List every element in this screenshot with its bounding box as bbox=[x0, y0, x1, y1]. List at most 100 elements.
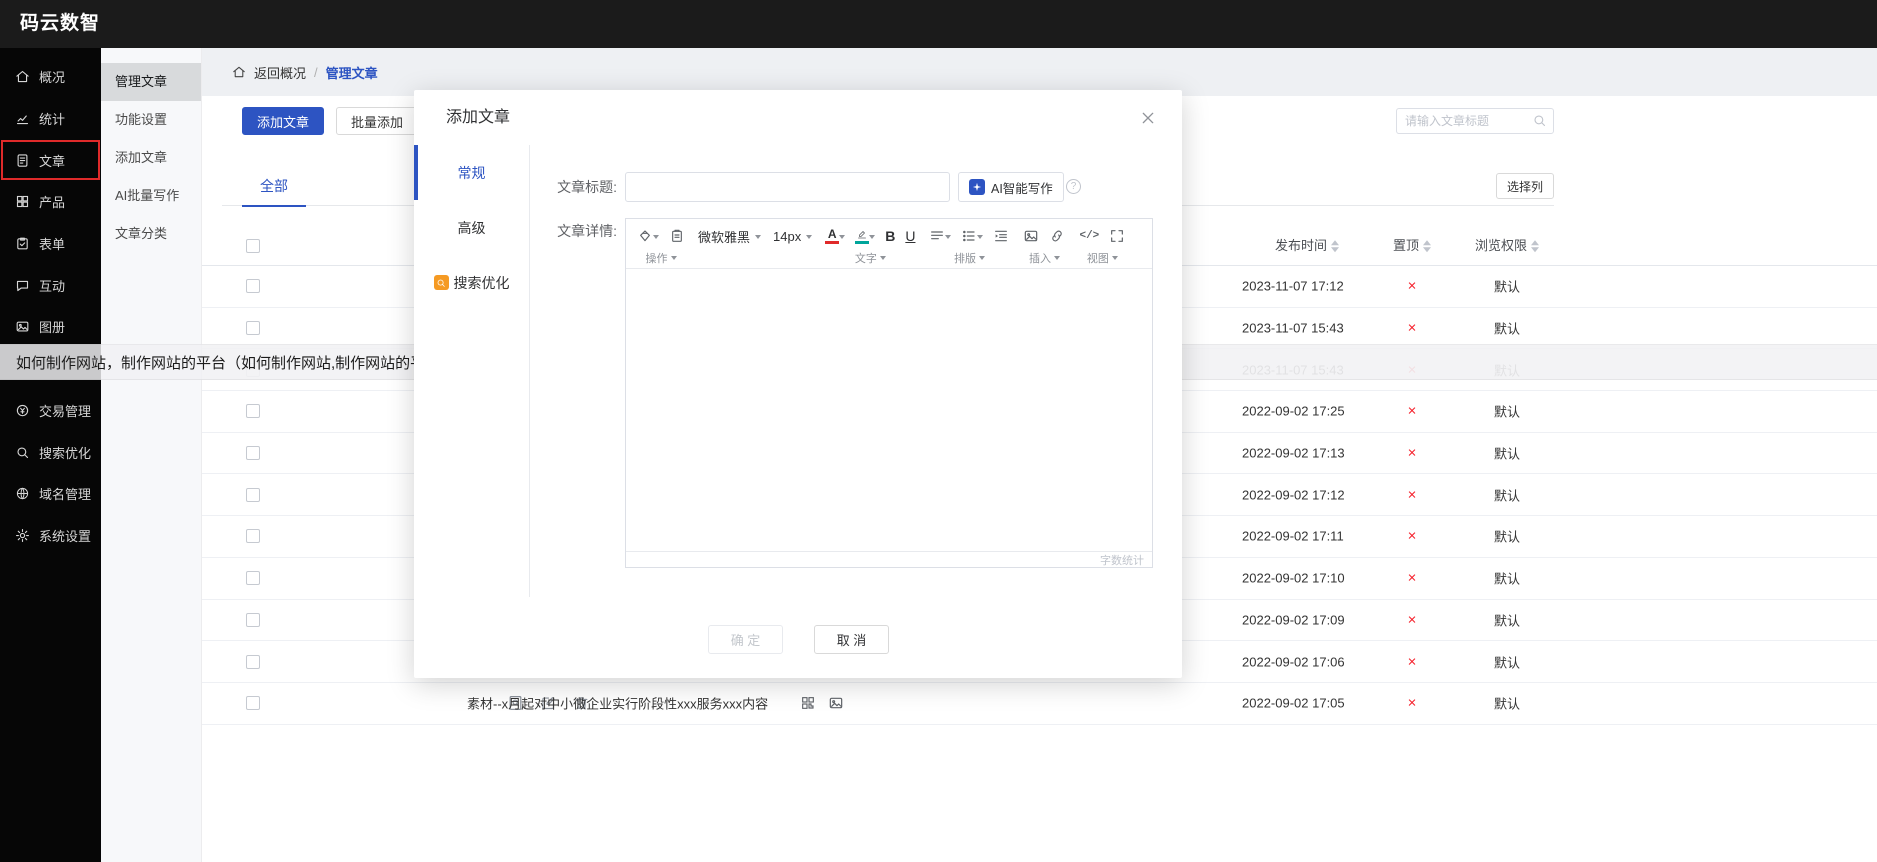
indent-icon[interactable] bbox=[993, 228, 1009, 244]
row-pinned-mark[interactable]: × bbox=[1382, 529, 1442, 544]
row-pinned-mark[interactable]: × bbox=[1382, 404, 1442, 419]
sidebar-item-label: 产品 bbox=[39, 192, 65, 211]
row-publish-time: 2022-09-02 17:09 bbox=[1242, 612, 1372, 627]
sidebar-item-icon bbox=[15, 278, 30, 293]
image-icon[interactable] bbox=[828, 695, 844, 711]
row-pinned-mark[interactable]: × bbox=[1382, 571, 1442, 586]
view-group-label[interactable]: 视图 bbox=[1087, 248, 1118, 267]
fullscreen-icon[interactable] bbox=[1109, 228, 1125, 244]
sidebar-item-image[interactable]: 图册 bbox=[0, 306, 101, 348]
sort-icon[interactable] bbox=[1423, 236, 1431, 256]
sort-icon[interactable] bbox=[1531, 236, 1539, 256]
row-checkbox[interactable] bbox=[246, 613, 260, 627]
confirm-button[interactable]: 确 定 bbox=[708, 625, 783, 654]
header-publish-time[interactable]: 发布时间 bbox=[1242, 235, 1372, 257]
top-bar: 码云数智 bbox=[0, 0, 1877, 48]
row-checkbox[interactable] bbox=[246, 279, 260, 293]
search-icon[interactable] bbox=[1532, 113, 1547, 128]
word-count-label: 字数统计 bbox=[1100, 552, 1144, 568]
modal-tab[interactable]: 高级 bbox=[414, 200, 529, 255]
row-checkbox[interactable] bbox=[246, 404, 260, 418]
row-pinned-mark[interactable]: × bbox=[1382, 654, 1442, 669]
row-checkbox[interactable] bbox=[246, 529, 260, 543]
select-all-checkbox[interactable] bbox=[246, 239, 260, 253]
highlight-color-button[interactable] bbox=[855, 228, 875, 244]
insert-group-label[interactable]: 插入 bbox=[1029, 248, 1060, 267]
font-color-button[interactable]: A bbox=[825, 229, 845, 244]
editor-group-layout: 排版 bbox=[922, 219, 1016, 268]
breadcrumb-back-link[interactable]: 返回概况 bbox=[254, 63, 306, 82]
modal-tab[interactable]: 搜索优化 bbox=[414, 255, 529, 310]
source-code-button[interactable]: </> bbox=[1079, 230, 1099, 242]
row-checkbox[interactable] bbox=[246, 321, 260, 335]
sidebar-item-seo[interactable]: 搜索优化 bbox=[0, 431, 101, 473]
align-button[interactable] bbox=[929, 228, 951, 244]
insert-image-icon[interactable] bbox=[1023, 228, 1039, 244]
modal-tab[interactable]: 常规 bbox=[414, 145, 529, 200]
sidebar-item-globe[interactable]: 域名管理 bbox=[0, 473, 101, 515]
batch-add-button[interactable]: 批量添加 bbox=[336, 107, 418, 135]
underline-button[interactable]: U bbox=[905, 228, 915, 244]
sidebar-item-grid[interactable]: 产品 bbox=[0, 181, 101, 223]
clipboard-icon[interactable] bbox=[669, 228, 685, 244]
row-checkbox[interactable] bbox=[246, 488, 260, 502]
row-checkbox[interactable] bbox=[246, 655, 260, 669]
row-pinned-mark[interactable]: × bbox=[1382, 612, 1442, 627]
operations-icon[interactable] bbox=[637, 228, 659, 244]
sidebar-item-form[interactable]: 表单 bbox=[0, 223, 101, 265]
font-family-select[interactable]: 微软雅黑 bbox=[692, 224, 767, 248]
add-article-button[interactable]: 添加文章 bbox=[242, 107, 324, 135]
sidebar-item-trade[interactable]: 交易管理 bbox=[0, 390, 101, 432]
row-publish-time: 2022-09-02 17:06 bbox=[1242, 654, 1372, 669]
close-icon[interactable] bbox=[1140, 110, 1156, 126]
row-pinned-mark[interactable]: × bbox=[1382, 279, 1442, 294]
layout-group-label[interactable]: 排版 bbox=[954, 248, 985, 267]
editor-toolbar: 操作 微软雅黑 14px A B U 文字 bbox=[626, 219, 1152, 269]
modal-title: 添加文章 bbox=[446, 90, 510, 145]
text-group-label[interactable]: 文字 bbox=[855, 248, 886, 267]
sidebar-item-chat[interactable]: 互动 bbox=[0, 264, 101, 306]
row-checkbox[interactable] bbox=[246, 571, 260, 585]
sidebar-item-label: 统计 bbox=[39, 109, 65, 128]
row-pinned-mark[interactable]: × bbox=[1382, 321, 1442, 336]
cancel-button[interactable]: 取 消 bbox=[814, 625, 889, 654]
insert-link-icon[interactable] bbox=[1049, 228, 1065, 244]
row-permission: 默认 bbox=[1472, 319, 1542, 338]
modal-tab-label: 搜索优化 bbox=[454, 273, 510, 293]
row-publish-time: 2022-09-02 17:11 bbox=[1242, 529, 1372, 544]
select-columns-button[interactable]: 选择列 bbox=[1496, 173, 1554, 199]
operations-group-label[interactable]: 操作 bbox=[646, 248, 677, 267]
sort-icon[interactable] bbox=[1331, 236, 1339, 256]
submenu-item[interactable]: 文章分类 bbox=[101, 215, 201, 253]
secondary-sidebar: 管理文章功能设置添加文章AI批量写作文章分类 bbox=[101, 48, 202, 862]
sidebar-item-icon bbox=[15, 528, 30, 543]
sidebar-item-home[interactable]: 概况 bbox=[0, 56, 101, 98]
article-title-label: 文章标题: bbox=[534, 177, 617, 197]
submenu-item[interactable]: AI批量写作 bbox=[101, 177, 201, 215]
row-checkbox[interactable] bbox=[246, 446, 260, 460]
row-checkbox[interactable] bbox=[246, 696, 260, 710]
help-icon[interactable]: ? bbox=[1066, 179, 1081, 194]
submenu-item[interactable]: 管理文章 bbox=[101, 63, 201, 101]
submenu-item[interactable]: 功能设置 bbox=[101, 101, 201, 139]
article-title-input[interactable] bbox=[625, 172, 950, 202]
header-permission[interactable]: 浏览权限 bbox=[1472, 235, 1542, 257]
breadcrumb-current[interactable]: 管理文章 bbox=[326, 63, 378, 82]
tab-all[interactable]: 全部 bbox=[242, 166, 306, 206]
ai-write-button[interactable]: AI智能写作 bbox=[958, 172, 1064, 202]
row-pinned-mark[interactable]: × bbox=[1382, 487, 1442, 502]
header-pinned[interactable]: 置顶 bbox=[1382, 235, 1442, 257]
list-button[interactable] bbox=[961, 228, 983, 244]
sidebar-item-chart[interactable]: 统计 bbox=[0, 98, 101, 140]
sidebar-item-doc[interactable]: 文章 bbox=[0, 139, 101, 181]
editor-content-area[interactable] bbox=[626, 269, 1152, 551]
bold-button[interactable]: B bbox=[885, 228, 895, 244]
submenu-item[interactable]: 添加文章 bbox=[101, 139, 201, 177]
miniprogram-grid-icon[interactable] bbox=[800, 695, 816, 711]
editor-status-bar: 字数统计 bbox=[626, 551, 1152, 568]
search-input[interactable] bbox=[1396, 108, 1554, 134]
sidebar-item-gear[interactable]: 系统设置 bbox=[0, 515, 101, 557]
row-pinned-mark[interactable]: × bbox=[1382, 696, 1442, 711]
font-size-select[interactable]: 14px bbox=[767, 224, 818, 248]
row-pinned-mark[interactable]: × bbox=[1382, 446, 1442, 461]
